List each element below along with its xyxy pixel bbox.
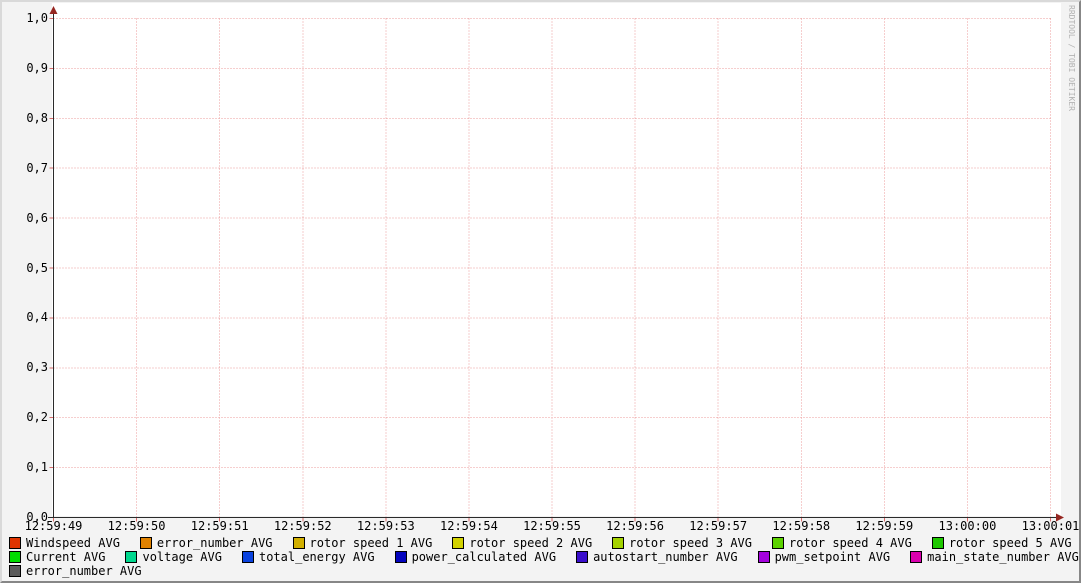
legend-item: Windspeed AVG xyxy=(9,536,120,550)
x-tick-label: 12:59:58 xyxy=(772,520,830,533)
x-tick-label: 12:59:54 xyxy=(440,520,498,533)
legend-item: power_calculated AVG xyxy=(395,550,557,564)
y-tick-label: 0,5 xyxy=(6,262,48,274)
legend-item: rotor speed 1 AVG xyxy=(293,536,433,550)
legend-item: pwm_setpoint AVG xyxy=(758,550,891,564)
legend-swatch xyxy=(9,537,21,549)
rrdtool-graph: 1,00,90,80,70,60,50,40,30,20,10,0 12:59:… xyxy=(0,0,1081,583)
legend-item: Current AVG xyxy=(9,550,105,564)
legend-item: total_energy AVG xyxy=(242,550,375,564)
y-tick-label: 0,2 xyxy=(6,411,48,423)
legend-label: rotor speed 1 AVG xyxy=(310,536,433,550)
legend-label: Windspeed AVG xyxy=(26,536,120,550)
y-tick-label: 0,8 xyxy=(6,112,48,124)
y-tick-label: 0,6 xyxy=(6,212,48,224)
legend-item: rotor speed 4 AVG xyxy=(772,536,912,550)
watermark-text: RRDTOOL / TOBI OETIKER xyxy=(1067,5,1076,111)
x-tick-label: 12:59:51 xyxy=(191,520,249,533)
legend-swatch xyxy=(758,551,770,563)
legend-swatch xyxy=(9,551,21,563)
legend-swatch xyxy=(910,551,922,563)
legend-swatch xyxy=(9,565,21,577)
legend-swatch xyxy=(612,537,624,549)
x-tick-label: 12:59:56 xyxy=(606,520,664,533)
legend-row: error_number AVG xyxy=(9,564,142,578)
legend-row: Current AVG voltage AVG total_energy AVG po… xyxy=(9,550,1079,564)
legend-swatch xyxy=(576,551,588,563)
legend-label: voltage AVG xyxy=(142,550,221,564)
legend-label: power_calculated AVG xyxy=(412,550,557,564)
legend-swatch xyxy=(452,537,464,549)
legend-item: error_number AVG xyxy=(140,536,273,550)
legend-item: autostart_number AVG xyxy=(576,550,738,564)
x-tick-label: 12:59:52 xyxy=(274,520,332,533)
y-tick-label: 0,4 xyxy=(6,311,48,323)
legend-swatch xyxy=(395,551,407,563)
legend-label: rotor speed 5 AVG xyxy=(949,536,1072,550)
legend-item: main_state_number AVG xyxy=(910,550,1079,564)
legend-item: rotor speed 2 AVG xyxy=(452,536,592,550)
legend-row: Windspeed AVG error_number AVG rotor speed… xyxy=(9,536,1072,550)
legend-label: main_state_number AVG xyxy=(927,550,1079,564)
legend-item: rotor speed 3 AVG xyxy=(612,536,752,550)
y-tick-label: 0,3 xyxy=(6,361,48,373)
x-tick-label: 12:59:50 xyxy=(108,520,166,533)
legend-label: rotor speed 4 AVG xyxy=(789,536,912,550)
legend-swatch xyxy=(772,537,784,549)
legend-swatch xyxy=(932,537,944,549)
legend-swatch xyxy=(125,551,137,563)
chart-grid xyxy=(2,2,1079,581)
legend-item: rotor speed 5 AVG xyxy=(932,536,1072,550)
legend-label: error_number AVG xyxy=(26,564,142,578)
legend-label: pwm_setpoint AVG xyxy=(775,550,891,564)
legend-swatch xyxy=(293,537,305,549)
legend-swatch xyxy=(140,537,152,549)
x-tick-label: 12:59:55 xyxy=(523,520,581,533)
y-tick-label: 0,7 xyxy=(6,162,48,174)
legend-item: error_number AVG xyxy=(9,564,142,578)
x-tick-label: 13:00:01 xyxy=(1022,520,1080,533)
y-tick-label: 1,0 xyxy=(6,12,48,24)
x-tick-label: 12:59:53 xyxy=(357,520,415,533)
legend-label: rotor speed 2 AVG xyxy=(469,536,592,550)
legend-swatch xyxy=(242,551,254,563)
legend-label: autostart_number AVG xyxy=(593,550,738,564)
y-tick-label: 0,9 xyxy=(6,62,48,74)
legend-label: total_energy AVG xyxy=(259,550,375,564)
legend-label: error_number AVG xyxy=(157,536,273,550)
legend-label: rotor speed 3 AVG xyxy=(629,536,752,550)
x-tick-label: 13:00:00 xyxy=(939,520,997,533)
x-tick-label: 12:59:57 xyxy=(689,520,747,533)
y-tick-label: 0,1 xyxy=(6,461,48,473)
legend-item: voltage AVG xyxy=(125,550,221,564)
legend-label: Current AVG xyxy=(26,550,105,564)
x-tick-label: 12:59:49 xyxy=(25,520,83,533)
x-tick-label: 12:59:59 xyxy=(855,520,913,533)
